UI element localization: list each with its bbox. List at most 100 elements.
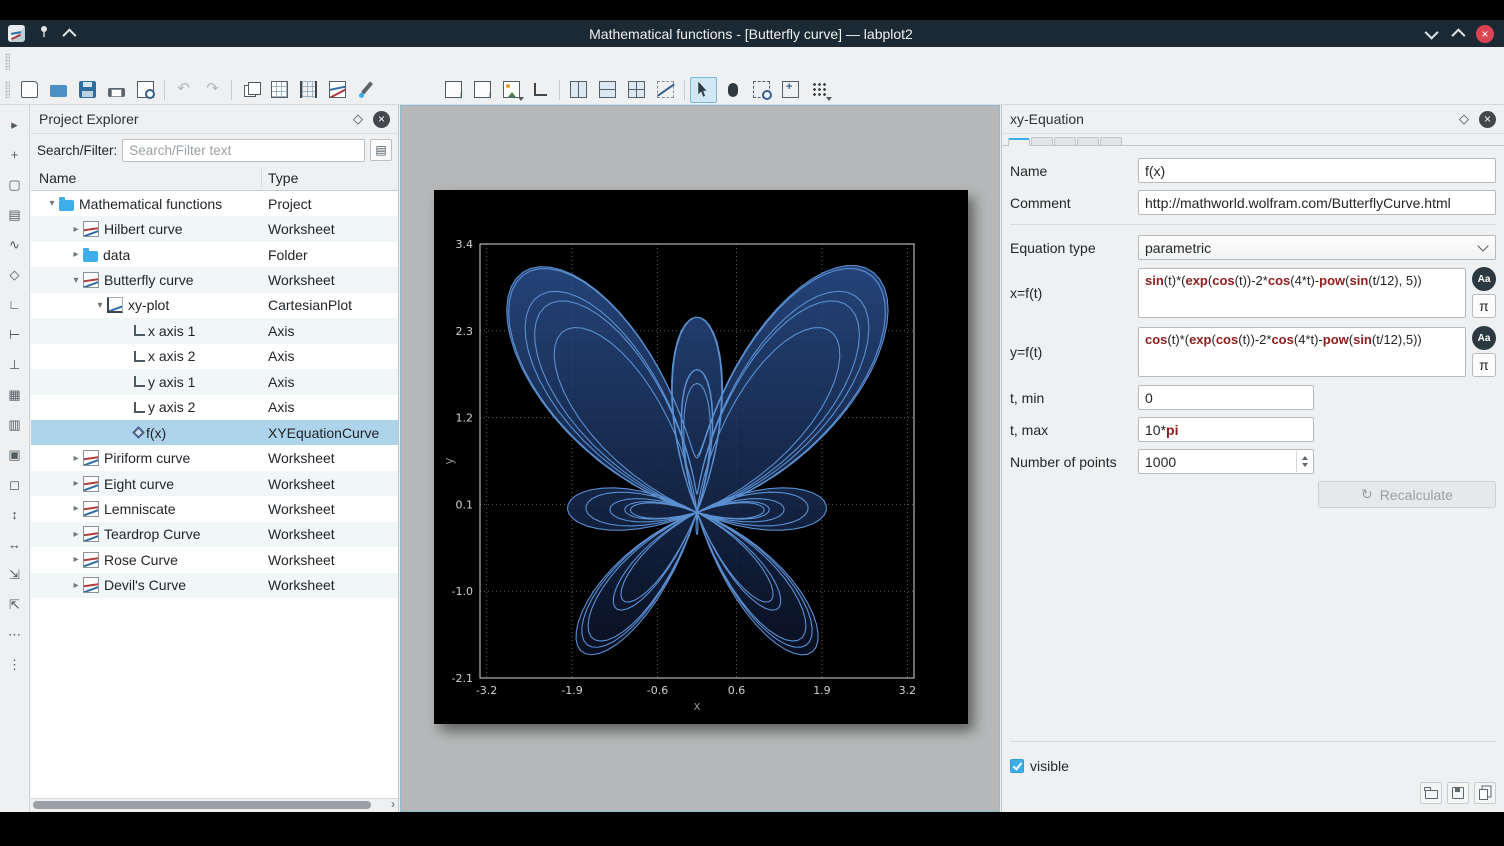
Teardrop Curve[interactable]: ▸ Teardrop Curve Worksheet bbox=[31, 522, 398, 547]
new-worksheet-button[interactable] bbox=[324, 77, 351, 103]
pin-icon[interactable] bbox=[38, 25, 50, 43]
grid-rows-tool-icon[interactable]: ▥ bbox=[1, 409, 29, 439]
maximize-icon[interactable] bbox=[1451, 28, 1465, 42]
menu-datapicker[interactable] bbox=[141, 47, 159, 75]
axis-left-tool-icon[interactable]: ⊢ bbox=[1, 319, 29, 349]
xy-plot[interactable]: ▾ xy-plot CartesianPlot bbox=[31, 293, 398, 318]
menu-worksheet[interactable] bbox=[87, 47, 105, 75]
visible-checkbox[interactable] bbox=[1010, 759, 1024, 773]
expander-icon[interactable]: ▾ bbox=[45, 198, 59, 209]
x axis 2[interactable]: x axis 2 Axis bbox=[31, 344, 398, 369]
resize-vertical-tool-icon[interactable]: ↕ bbox=[1, 499, 29, 529]
x-equation-input[interactable]: sin(t)*(exp(cos(t))-2*cos(4*t)-pow(sin(t… bbox=[1138, 268, 1466, 318]
tab[interactable] bbox=[1077, 137, 1099, 145]
more-vertical-icon[interactable]: ⋮ bbox=[1, 649, 29, 679]
Lemniscate[interactable]: ▸ Lemniscate Worksheet bbox=[31, 496, 398, 521]
crosshair-tool-icon[interactable]: + bbox=[1, 139, 29, 169]
save-template-button[interactable] bbox=[1447, 782, 1469, 804]
equation-type-select[interactable]: parametric bbox=[1138, 235, 1496, 260]
expand-tool-icon[interactable]: ⇲ bbox=[1, 559, 29, 589]
new-workbook-button[interactable] bbox=[237, 77, 264, 103]
fit-selection-button[interactable] bbox=[652, 77, 679, 103]
select-tool-icon[interactable]: ▸ bbox=[1, 109, 29, 139]
new-note-button[interactable] bbox=[353, 77, 380, 103]
expander-icon[interactable]: ▸ bbox=[69, 478, 83, 489]
menu-windows[interactable] bbox=[159, 47, 177, 75]
scrollbar-thumb[interactable] bbox=[33, 801, 371, 809]
y axis 1[interactable]: y axis 1 Axis bbox=[31, 369, 398, 394]
expander-icon[interactable]: ▾ bbox=[69, 275, 83, 286]
new-spreadsheet-button[interactable] bbox=[266, 77, 293, 103]
column-header-type[interactable]: Type bbox=[268, 170, 298, 186]
export-button[interactable] bbox=[469, 77, 496, 103]
expander-icon[interactable]: ▾ bbox=[93, 300, 107, 311]
scroll-right-icon[interactable]: › bbox=[391, 797, 395, 811]
plot-area[interactable]: 3.42.31.20.1-1.0-2.1-3.2-1.9-0.60.61.93.… bbox=[434, 190, 968, 724]
menu-settings[interactable] bbox=[195, 47, 213, 75]
minimize-icon[interactable] bbox=[1425, 25, 1439, 39]
menu-matrix[interactable] bbox=[69, 47, 87, 75]
y axis 2[interactable]: y axis 2 Axis bbox=[31, 395, 398, 420]
toolbar-handle[interactable] bbox=[5, 81, 10, 98]
zoom-mode-button[interactable] bbox=[777, 77, 804, 103]
filter-options-button[interactable]: ▤ bbox=[370, 139, 392, 161]
expander-icon[interactable]: ▸ bbox=[69, 580, 83, 591]
zoom-select-mode-button[interactable] bbox=[748, 77, 775, 103]
magnification-button[interactable] bbox=[806, 77, 833, 103]
menubar-handle[interactable] bbox=[5, 53, 10, 70]
shade-window-icon[interactable] bbox=[62, 28, 76, 42]
insert-function-button[interactable]: π bbox=[1472, 353, 1496, 377]
menu-help[interactable] bbox=[213, 47, 231, 75]
worksheet-view[interactable]: 3.42.31.20.1-1.0-2.1-3.2-1.9-0.60.61.93.… bbox=[400, 105, 1000, 812]
new-matrix-button[interactable] bbox=[295, 77, 322, 103]
Eight curve[interactable]: ▸ Eight curve Worksheet bbox=[31, 471, 398, 496]
menu-file[interactable] bbox=[15, 47, 33, 75]
expander-icon[interactable]: ▸ bbox=[69, 224, 83, 235]
print-preview-button[interactable] bbox=[132, 77, 159, 103]
import-button[interactable] bbox=[440, 77, 467, 103]
tab[interactable] bbox=[1054, 137, 1076, 145]
save-file-button[interactable] bbox=[74, 77, 101, 103]
menu-edit[interactable] bbox=[33, 47, 51, 75]
y-equation-input[interactable]: cos(t)*(exp(cos(t))-2*cos(4*t)-pow(sin(t… bbox=[1138, 327, 1466, 377]
copy-settings-button[interactable] bbox=[1474, 782, 1496, 804]
new-plot-button[interactable] bbox=[498, 77, 525, 103]
tab[interactable] bbox=[1100, 137, 1122, 145]
spin-arrows[interactable] bbox=[1296, 451, 1312, 472]
float-dock-icon[interactable]: ◇ bbox=[1459, 111, 1469, 127]
menu-tools[interactable] bbox=[177, 47, 195, 75]
close-dock-icon[interactable]: × bbox=[373, 111, 390, 128]
clipboard-tool-icon[interactable]: ▤ bbox=[1, 199, 29, 229]
horizontal-layout-button[interactable] bbox=[594, 77, 621, 103]
redo-button[interactable]: ↷ bbox=[199, 77, 226, 103]
expander-icon[interactable]: ▸ bbox=[69, 554, 83, 565]
expander-icon[interactable]: ▸ bbox=[69, 249, 83, 260]
undo-button[interactable]: ↶ bbox=[170, 77, 197, 103]
select-mode-button[interactable] bbox=[690, 77, 717, 103]
dropdown-arrow-icon[interactable] bbox=[826, 97, 832, 101]
resize-horizontal-tool-icon[interactable]: ↔ bbox=[1, 529, 29, 559]
Piriform curve[interactable]: ▸ Piriform curve Worksheet bbox=[31, 445, 398, 470]
Butterfly curve[interactable]: ▾ Butterfly curve Worksheet bbox=[31, 267, 398, 292]
Devil's Curve[interactable]: ▸ Devil's Curve Worksheet bbox=[31, 573, 398, 598]
grid-tool-icon[interactable]: ▦ bbox=[1, 379, 29, 409]
shape-tool-icon[interactable]: ◇ bbox=[1, 259, 29, 289]
grid-layout-button[interactable] bbox=[623, 77, 650, 103]
data[interactable]: ▸ data Folder bbox=[31, 242, 398, 267]
column-header-name[interactable]: Name bbox=[31, 170, 76, 186]
more-horizontal-icon[interactable]: ⋯ bbox=[1, 619, 29, 649]
box-select-tool-icon[interactable]: ▢ bbox=[1, 169, 29, 199]
axis-corner-tool-icon[interactable]: ∟ bbox=[1, 289, 29, 319]
insert-function-button[interactable]: π bbox=[1472, 294, 1496, 318]
expander-icon[interactable]: ▸ bbox=[69, 529, 83, 540]
grid-cell-tool-icon[interactable]: ▣ bbox=[1, 439, 29, 469]
new-file-button[interactable] bbox=[16, 77, 43, 103]
close-dock-icon[interactable]: × bbox=[1479, 111, 1496, 128]
insert-constant-button[interactable]: Aa bbox=[1472, 326, 1496, 350]
name-input[interactable] bbox=[1138, 158, 1496, 183]
t-min-input[interactable] bbox=[1138, 385, 1314, 410]
search-filter-input[interactable] bbox=[122, 139, 365, 162]
open-file-button[interactable] bbox=[45, 77, 72, 103]
expander-icon[interactable]: ▸ bbox=[69, 503, 83, 514]
menu-cas-worksheet[interactable] bbox=[105, 47, 123, 75]
